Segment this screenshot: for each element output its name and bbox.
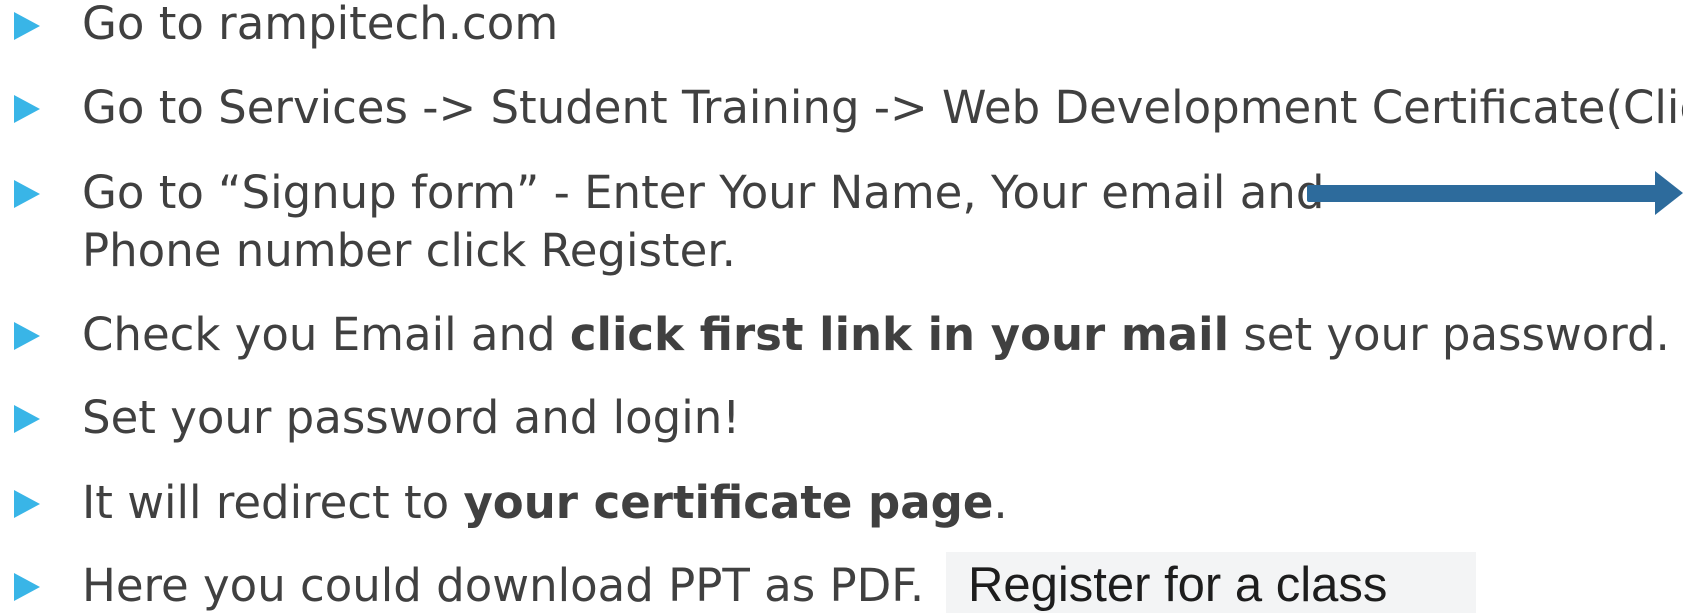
bullet-text: Set your password and login! xyxy=(82,391,741,444)
bullet-text: It will redirect to your certificate pag… xyxy=(82,475,1008,531)
right-arrow-icon xyxy=(1307,171,1683,215)
triangle-bullet-icon xyxy=(14,12,40,40)
triangle-bullet-icon xyxy=(14,180,40,208)
register-for-class-screenshot: Register for a class xyxy=(946,552,1476,613)
triangle-bullet-icon xyxy=(14,95,40,123)
bullet-list: Go to rampitech.com Go to Services -> St… xyxy=(0,0,1683,613)
bullet-text-bold: click first link in your mail xyxy=(569,308,1230,361)
bullet-text-plain: It will redirect to xyxy=(82,476,464,529)
triangle-bullet-icon xyxy=(14,405,40,433)
register-for-class-heading: Register for a class xyxy=(968,558,1388,612)
bullet-text-bold: your certificate page xyxy=(463,476,994,529)
bullet-text-line-2: Phone number click Register. xyxy=(82,224,736,277)
bullet-text: Check you Email and click first link in … xyxy=(82,307,1670,363)
triangle-bullet-icon xyxy=(14,322,40,350)
bullet-text: Go to rampitech.com xyxy=(82,0,559,50)
triangle-bullet-icon xyxy=(14,573,40,601)
bullet-text: Here you could download PPT as PDF. xyxy=(82,559,925,612)
triangle-bullet-icon xyxy=(14,490,40,518)
bullet-text-plain: set your password. xyxy=(1229,308,1670,361)
bullet-text-line-1: Go to “Signup form” - Enter Your Name, Y… xyxy=(82,166,1325,219)
bullet-text: Go to Services -> Student Training -> We… xyxy=(82,81,1683,134)
bullet-text-plain: Check you Email and xyxy=(82,308,570,361)
bullet-text-plain: . xyxy=(993,476,1008,529)
